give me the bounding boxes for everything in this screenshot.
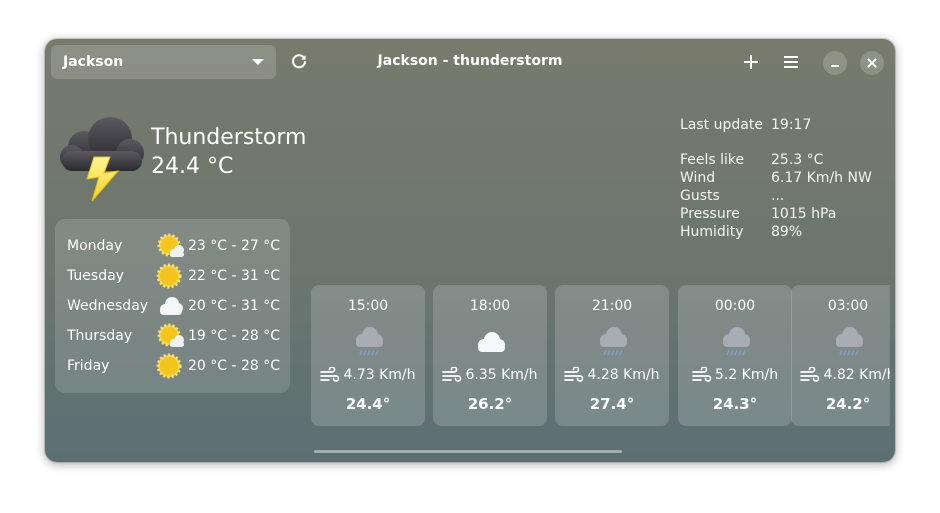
detail-value: 89% xyxy=(771,224,803,240)
hour-time: 00:00 xyxy=(714,298,756,314)
daily-forecast-panel: Monday 23 °C - 27 °C Tuesday 22 °C - 31 … xyxy=(55,219,290,393)
hour-wind-value: 5.2 Km/h xyxy=(714,367,779,383)
detail-row-pressure: Pressure 1015 hPa xyxy=(680,205,872,223)
detail-value: ... xyxy=(771,188,785,204)
hour-wind: 4.28 Km/h xyxy=(555,367,669,383)
add-location-button[interactable] xyxy=(737,48,765,76)
hourly-card: 18:00 6.35 Km/h 26.2° xyxy=(433,285,547,426)
partly-sunny-icon xyxy=(157,323,184,347)
rain-cloud-icon xyxy=(723,327,750,356)
day-name: Monday xyxy=(67,238,123,254)
temp-range: 22 °C - 31 °C xyxy=(188,268,281,284)
hour-wind-value: 4.82 Km/h xyxy=(823,367,890,383)
temp-range: 23 °C - 27 °C xyxy=(188,238,281,254)
hour-time: 21:00 xyxy=(591,298,633,314)
detail-label: Gusts xyxy=(680,188,720,204)
city-dropdown[interactable]: Jackson xyxy=(51,45,276,79)
day-name: Friday xyxy=(67,358,110,374)
minimize-icon xyxy=(831,65,839,67)
hour-temp: 27.4° xyxy=(589,395,635,413)
detail-label: Feels like xyxy=(680,152,745,168)
detail-label: Humidity xyxy=(680,224,744,240)
sunny-icon xyxy=(156,353,182,379)
hour-wind: 6.35 Km/h xyxy=(433,367,547,383)
hourly-card: 21:00 4.28 Km/h 27.4° xyxy=(555,285,669,426)
hour-temp: 24.2° xyxy=(825,395,871,413)
wind-icon xyxy=(800,367,820,382)
detail-value: 1015 hPa xyxy=(771,206,837,222)
day-name: Wednesday xyxy=(67,298,149,314)
last-update-label: Last update xyxy=(680,117,763,133)
detail-value: 6.17 Km/h NW xyxy=(771,170,872,186)
daily-row: Thursday 19 °C - 28 °C xyxy=(55,321,290,351)
refresh-button[interactable] xyxy=(285,49,313,75)
city-dropdown-label: Jackson xyxy=(63,54,124,70)
wind-icon xyxy=(692,367,712,382)
minimize-button[interactable] xyxy=(823,51,847,75)
partly-sunny-icon xyxy=(157,233,184,257)
hour-wind-value: 4.28 Km/h xyxy=(587,367,660,383)
weather-window: Jackson Jackson - thunderstorm Thunderst… xyxy=(45,39,895,462)
refresh-icon xyxy=(292,54,306,69)
detail-value: 25.3 °C xyxy=(771,152,824,168)
main-menu-button[interactable] xyxy=(777,48,805,76)
wind-icon xyxy=(320,367,340,382)
sunny-icon xyxy=(156,263,182,289)
rain-cloud-icon xyxy=(836,327,863,356)
rain-cloud-icon xyxy=(356,327,383,356)
detail-row-feels-like: Feels like 25.3 °C xyxy=(680,151,872,169)
current-condition: Thunderstorm xyxy=(151,125,307,150)
current-temperature: 24.4 °C xyxy=(151,154,234,179)
thunderstorm-icon xyxy=(60,117,144,202)
hour-time: 18:00 xyxy=(469,298,511,314)
detail-row-gusts: Gusts ... xyxy=(680,187,872,205)
hour-temp: 26.2° xyxy=(467,395,513,413)
last-update-row: Last update 19:17 xyxy=(680,116,872,134)
hourly-card: 00:00 5.2 Km/h 24.3° xyxy=(678,285,792,426)
rain-cloud-icon xyxy=(600,327,627,356)
plus-icon xyxy=(744,55,758,69)
hour-time: 15:00 xyxy=(347,298,389,314)
chevron-down-icon xyxy=(252,59,264,65)
daily-row: Tuesday 22 °C - 31 °C xyxy=(55,261,290,291)
daily-row: Wednesday 20 °C - 31 °C xyxy=(55,291,290,321)
daily-row: Monday 23 °C - 27 °C xyxy=(55,231,290,261)
detail-row-wind: Wind 6.17 Km/h NW xyxy=(680,169,872,187)
day-name: Tuesday xyxy=(67,268,124,284)
detail-row-humidity: Humidity 89% xyxy=(680,223,872,241)
cloud-icon xyxy=(478,332,505,352)
hour-wind-value: 4.73 Km/h xyxy=(343,367,416,383)
wind-icon xyxy=(442,367,462,382)
hourly-card: 03:00 4.82 Km/h 24.2° xyxy=(791,285,890,426)
temp-range: 20 °C - 28 °C xyxy=(188,358,281,374)
hour-wind: 5.2 Km/h xyxy=(678,367,792,383)
hourly-forecast-strip[interactable]: 15:00 4.73 Km/h 24.4° 18:00 6.35 Km/h 26… xyxy=(311,285,890,427)
hour-time: 03:00 xyxy=(827,298,869,314)
hamburger-menu-icon xyxy=(784,56,798,68)
hour-wind-value: 6.35 Km/h xyxy=(465,367,538,383)
last-update-value: 19:17 xyxy=(771,117,812,133)
hourly-card: 15:00 4.73 Km/h 24.4° xyxy=(311,285,425,426)
window-title: Jackson - thunderstorm xyxy=(377,53,563,69)
daily-row: Friday 20 °C - 28 °C xyxy=(55,351,290,381)
detail-label: Pressure xyxy=(680,206,740,222)
temp-range: 20 °C - 31 °C xyxy=(188,298,281,314)
cloudy-icon xyxy=(160,297,183,315)
temp-range: 19 °C - 28 °C xyxy=(188,328,281,344)
hour-temp: 24.4° xyxy=(345,395,391,413)
weather-details: Last update 19:17 Feels like 25.3 °C Win… xyxy=(680,116,872,241)
wind-icon xyxy=(564,367,584,382)
day-name: Thursday xyxy=(67,328,133,344)
close-button[interactable] xyxy=(860,51,884,75)
close-icon xyxy=(867,58,877,68)
hour-wind: 4.82 Km/h xyxy=(791,367,890,383)
hourly-scrollbar[interactable] xyxy=(314,450,622,453)
hour-wind: 4.73 Km/h xyxy=(311,367,425,383)
detail-label: Wind xyxy=(680,170,716,186)
hour-temp: 24.3° xyxy=(712,395,758,413)
